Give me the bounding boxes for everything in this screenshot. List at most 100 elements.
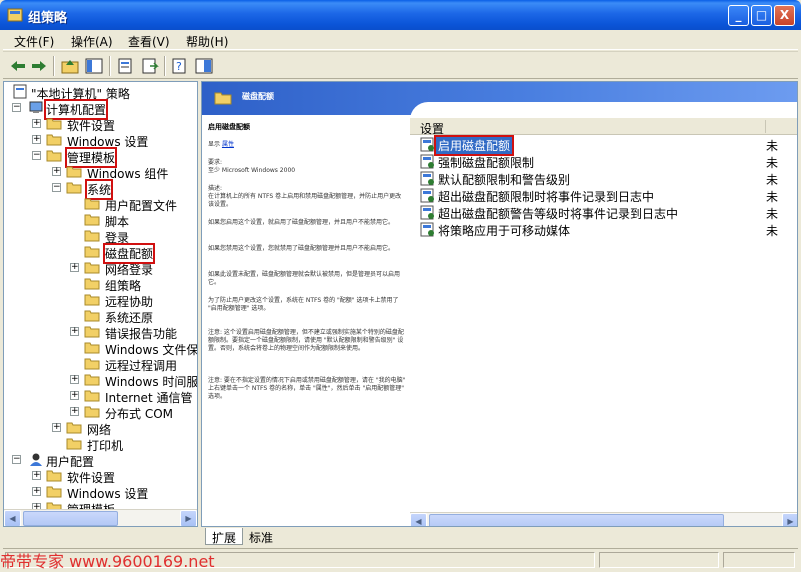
tab-standard[interactable]: 标准 (243, 528, 280, 545)
expand-icon[interactable]: + (70, 263, 79, 272)
policy-setting-icon (420, 188, 434, 203)
expand-icon[interactable]: + (70, 407, 79, 416)
console-tree[interactable]: "本地计算机" 策略 − 计算机配置 + 软件设置 + Windows 设置 −… (3, 81, 198, 527)
list-item[interactable]: 启用磁盘配额 未 (410, 135, 797, 156)
setting-label: 将策略应用于可移动媒体 (438, 224, 571, 238)
description-paragraph: 为了防止用户更改这个设置，系统在 NTFS 卷的 "配额" 选项卡上禁用了 "启… (208, 297, 399, 312)
watermark-text: 帝带专家 www.9600169.net (0, 552, 215, 571)
show-hide-tree-icon[interactable] (84, 56, 104, 76)
list-item[interactable]: 超出磁盘配额警告等级时将事件记录到日志中 未 (410, 204, 797, 221)
folder-icon (84, 342, 100, 354)
folder-icon (84, 278, 100, 290)
tree-label: Windows 设置 (67, 135, 149, 149)
open-folder-icon (66, 182, 82, 194)
description-paragraph: 如果您禁用这个设置，您就禁用了磁盘配额管理并且用户不能启用它。 (208, 245, 395, 252)
help-icon[interactable]: ? (170, 56, 190, 76)
column-divider[interactable] (765, 120, 766, 133)
collapse-icon[interactable]: − (12, 103, 21, 112)
list-item[interactable]: 将策略应用于可移动媒体 未 (410, 221, 797, 238)
list-item[interactable]: 超出磁盘配额限制时将事件记录到日志中 未 (410, 187, 797, 204)
list-horizontal-scrollbar[interactable]: ◀ ▶ (410, 512, 797, 526)
up-folder-icon[interactable] (60, 56, 80, 76)
tree-label: 软件设置 (67, 471, 116, 485)
column-header: 设置 (410, 118, 797, 137)
expand-icon[interactable]: + (32, 487, 41, 496)
description-label: 描述: (208, 185, 223, 192)
details-pane: 磁盘配额 启用磁盘配额 显示 属性 要求: 至少 Microsoft Windo… (201, 81, 798, 527)
settings-list[interactable]: 设置 启用磁盘配额 未 强制磁盘配额限制 未 默认配额限制和警告级别 未 超出磁… (410, 102, 797, 526)
expand-icon[interactable]: + (70, 391, 79, 400)
minimize-button[interactable]: _ (728, 5, 749, 26)
policy-icon (13, 84, 27, 99)
computer-icon (29, 101, 43, 113)
tree-label: 系统还原 (105, 311, 154, 325)
policy-setting-icon (420, 222, 434, 237)
status-cell (723, 552, 795, 568)
scroll-left-icon[interactable]: ◀ (410, 513, 427, 526)
expand-icon[interactable]: + (70, 327, 79, 336)
details-title: 磁盘配额 (242, 92, 274, 101)
description-paragraph: 注意: 要在不指定设置的情况下启用或禁用磁盘配额管理，请在 "我的电脑" 上右键… (208, 377, 406, 400)
folder-icon (66, 438, 82, 450)
menu-file[interactable]: 文件(F) (14, 33, 54, 50)
close-button[interactable]: X (774, 5, 795, 26)
folder-icon (84, 406, 100, 418)
back-icon[interactable] (8, 56, 28, 76)
expand-icon[interactable]: + (32, 135, 41, 144)
title-bar: 组策略 _ □ X (0, 0, 801, 30)
menu-help[interactable]: 帮助(H) (186, 33, 228, 50)
properties-link[interactable]: 属性 (222, 141, 234, 148)
collapse-icon[interactable]: − (12, 455, 21, 464)
expand-icon[interactable]: + (52, 423, 61, 432)
menu-bar: 文件(F) 操作(A) 查看(V) 帮助(H) (3, 30, 798, 50)
tree-label: Windows 文件保护 (105, 343, 198, 357)
setting-label: 默认配额限制和警告级别 (438, 173, 571, 187)
scroll-thumb[interactable] (429, 514, 724, 526)
tab-extended[interactable]: 扩展 (205, 528, 244, 545)
expand-icon[interactable]: + (32, 471, 41, 480)
folder-icon (84, 198, 100, 210)
export-list-icon[interactable] (140, 56, 160, 76)
folder-icon (46, 150, 62, 162)
group-policy-app-icon (7, 8, 23, 22)
setting-label: 启用磁盘配额 (433, 135, 515, 156)
description-show: 显示 属性 (208, 141, 406, 149)
scroll-right-icon[interactable]: ▶ (180, 510, 197, 526)
forward-icon[interactable] (29, 56, 49, 76)
folder-icon (84, 374, 100, 386)
expand-icon[interactable]: + (32, 119, 41, 128)
setting-state: 未 (766, 139, 779, 153)
menu-view[interactable]: 查看(V) (128, 33, 170, 50)
maximize-button[interactable]: □ (751, 5, 772, 26)
collapse-icon[interactable]: − (32, 151, 41, 160)
tree-label: Windows 组件 (87, 167, 169, 181)
properties-icon[interactable] (116, 56, 136, 76)
status-cell (599, 552, 719, 568)
policy-setting-icon (420, 137, 434, 152)
folder-icon (84, 262, 100, 274)
tree-label: 网络 (87, 423, 112, 437)
extended-view-icon[interactable] (194, 56, 214, 76)
list-item[interactable]: 默认配额限制和警告级别 未 (410, 170, 797, 187)
setting-state: 未 (766, 173, 779, 187)
scroll-thumb[interactable] (23, 511, 118, 526)
expand-icon[interactable]: + (52, 167, 61, 176)
tree-label: 软件设置 (67, 119, 116, 133)
description-heading: 启用磁盘配额 (208, 123, 250, 131)
list-item[interactable]: 强制磁盘配额限制 未 (410, 153, 797, 170)
policy-setting-icon (420, 205, 434, 220)
menu-action[interactable]: 操作(A) (71, 33, 113, 50)
tree-label: 网络登录 (105, 263, 154, 277)
user-icon (30, 453, 42, 466)
column-header-setting[interactable]: 设置 (420, 120, 444, 137)
tree-label: Windows 设置 (67, 487, 149, 501)
toolbar-separator (109, 56, 111, 76)
scroll-right-icon[interactable]: ▶ (782, 513, 797, 526)
expand-icon[interactable]: + (70, 375, 79, 384)
tree-horizontal-scrollbar[interactable]: ◀ ▶ (4, 509, 197, 526)
collapse-icon[interactable]: − (52, 183, 61, 192)
description-panel: 启用磁盘配额 显示 属性 要求: 至少 Microsoft Windows 20… (202, 115, 410, 526)
description-paragraph: 在计算机上的所有 NTFS 卷上启用和禁用磁盘配额管理，并防止用户更改该设置。 (208, 193, 402, 208)
tree-label: 组策略 (105, 279, 142, 293)
scroll-left-icon[interactable]: ◀ (4, 510, 21, 526)
